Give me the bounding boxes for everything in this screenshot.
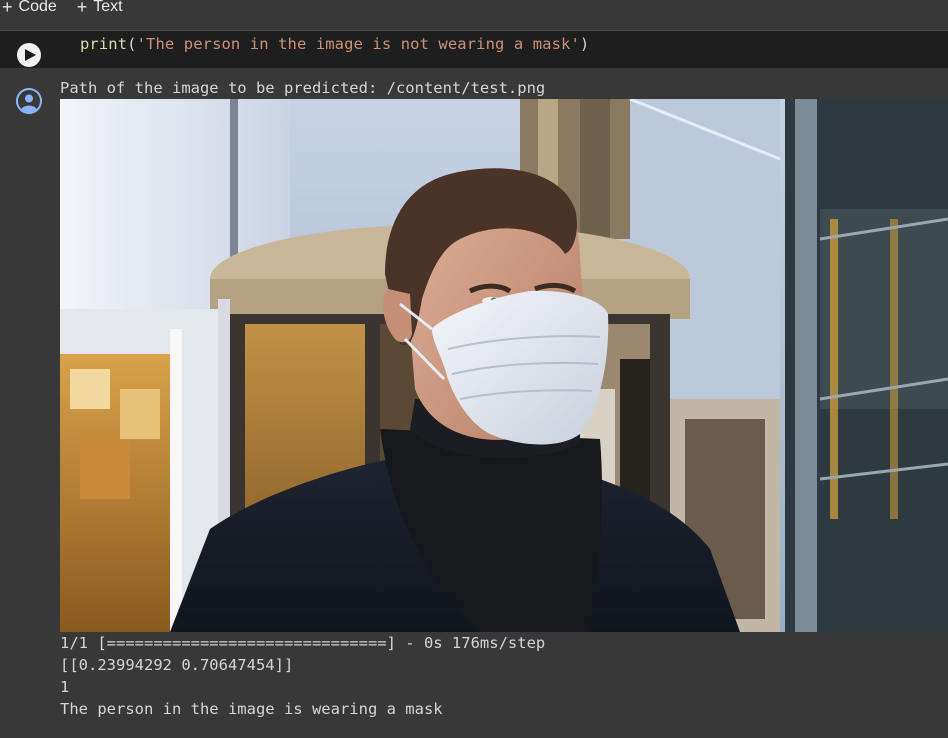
plus-icon: +: [2, 0, 13, 17]
add-code-label: Code: [18, 0, 57, 15]
masked-person-photo: [60, 99, 948, 632]
result-message-line: The person in the image is wearing a mas…: [60, 700, 443, 718]
user-avatar-icon[interactable]: [16, 88, 42, 114]
code-string-token: 'The person in the image is not wearing …: [136, 35, 580, 53]
run-cell-button[interactable]: [17, 43, 41, 67]
notebook-toolbar: + Code + Text: [0, 0, 948, 28]
play-icon: [25, 49, 36, 61]
plus-icon: +: [76, 0, 88, 17]
output-image: [60, 99, 948, 632]
prediction-array-line: [[0.23994292 0.70647454]]: [60, 656, 294, 674]
code-cell[interactable]: print('The person in the image is not we…: [0, 30, 948, 68]
add-code-button[interactable]: + Code: [2, 0, 57, 16]
predicted-class-line: 1: [60, 678, 70, 696]
code-function-token: print: [80, 35, 128, 53]
add-text-label: Text: [93, 0, 123, 15]
code-paren-close: ): [579, 35, 590, 53]
progress-line: 1/1 [==============================] - 0…: [60, 634, 546, 652]
code-paren-open: (: [127, 35, 137, 53]
output-path-line: Path of the image to be predicted: /cont…: [60, 79, 546, 97]
add-text-button[interactable]: + Text: [77, 0, 123, 16]
code-editor-line[interactable]: print('The person in the image is not we…: [80, 35, 589, 53]
